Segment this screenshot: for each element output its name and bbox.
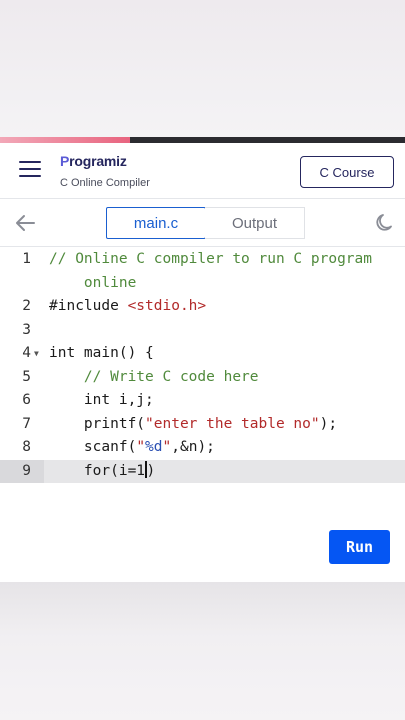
tab-main-c[interactable]: main.c [106, 207, 206, 239]
code-text: printf("enter the table no"); [49, 415, 338, 432]
code-text: // Online C compiler to run C program [49, 251, 373, 267]
run-button[interactable]: Run [329, 530, 390, 564]
line-number: 6 [22, 392, 31, 408]
compiler-frame: Programiz C Online Compiler C Course mai… [0, 137, 405, 582]
code-text: for(i=1) [49, 460, 156, 479]
code-line: 3 [0, 319, 405, 343]
line-number: 5 [22, 368, 31, 385]
page-subtitle: C Online Compiler [60, 177, 150, 189]
line-number: 3 [22, 321, 31, 338]
bottom-blank-area [0, 582, 405, 720]
code-token: "enter the table no" [145, 415, 320, 432]
code-text: #include <stdio.h> [49, 295, 206, 319]
code-text: scanf("%d",&n); [49, 439, 215, 455]
line-number: 9 [22, 462, 31, 479]
code-text: online [49, 274, 137, 291]
arrow-left-icon[interactable] [12, 211, 38, 235]
code-text: // Write C code here [49, 368, 259, 385]
code-line-active: 9 for(i=1) [0, 459, 405, 483]
text-cursor [145, 460, 147, 478]
app-header: Programiz C Online Compiler C Course [0, 143, 405, 199]
code-token: "%d" [136, 439, 172, 455]
editor-toolbar: main.c Output [0, 199, 405, 247]
code-line: 5 // Write C code here [0, 366, 405, 390]
line-number: 7 [22, 415, 31, 432]
logo-text: rogramiz [69, 153, 127, 169]
line-number: 8 [22, 439, 31, 455]
hamburger-menu-icon[interactable] [19, 160, 41, 178]
tab-output[interactable]: Output [205, 207, 305, 239]
line-number: 2 [22, 298, 31, 314]
fold-arrow-icon[interactable]: ▼ [34, 342, 39, 366]
line-number: 4 [22, 345, 31, 361]
logo-mark: P [60, 153, 70, 169]
code-token: <stdio.h> [127, 298, 207, 314]
c-course-button[interactable]: C Course [300, 156, 394, 188]
code-line: 1 // Online C compiler to run C program [0, 248, 405, 272]
code-token: %d [145, 439, 163, 455]
programiz-logo[interactable]: Programiz [60, 153, 127, 169]
code-line: 7 printf("enter the table no"); [0, 413, 405, 437]
code-line-wrap: online [0, 272, 405, 296]
top-blank-area [0, 0, 405, 137]
code-line: 8 scanf("%d",&n); [0, 436, 405, 460]
code-text: int main() { [49, 345, 154, 361]
code-token: #include [49, 298, 128, 314]
code-line: 6 int i,j; [0, 389, 405, 413]
code-text: int i,j; [49, 392, 154, 408]
code-editor[interactable]: 1 // Online C compiler to run C program … [0, 248, 405, 582]
code-line: 4 ▼ int main() { [0, 342, 405, 366]
moon-icon[interactable] [374, 212, 396, 234]
code-line: 2 #include <stdio.h> [0, 295, 405, 319]
line-number: 1 [22, 251, 31, 267]
